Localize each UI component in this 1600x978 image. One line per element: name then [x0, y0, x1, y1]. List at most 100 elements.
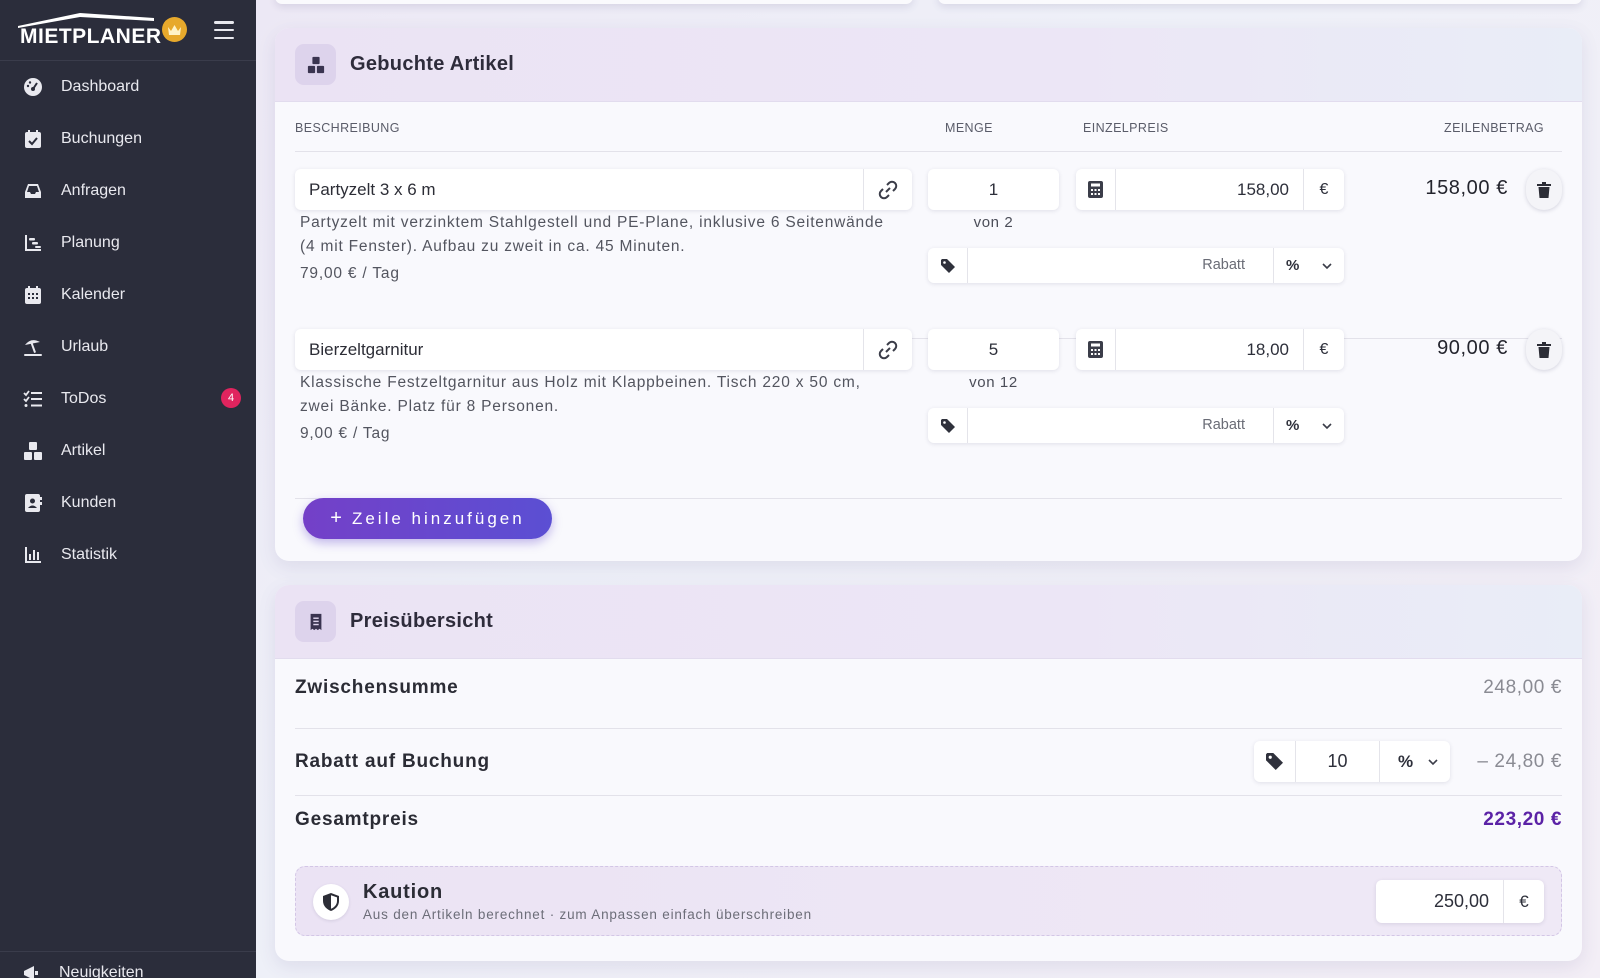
sidebar-item-label: Artikel [61, 442, 106, 459]
sidebar-nav: Dashboard Buchungen Anfragen Planung Kal… [0, 61, 256, 581]
article-name: Partyzelt 3 x 6 m [309, 179, 436, 199]
row-discount-input[interactable]: Rabatt % [928, 248, 1344, 283]
quantity-input[interactable]: 1 [928, 169, 1059, 210]
booking-discount-label: Rabatt auf Buchung [295, 751, 490, 772]
total-value: 223,20 € [1483, 809, 1562, 830]
currency-symbol: € [1519, 891, 1529, 911]
crown-icon [162, 17, 187, 42]
sidebar-item-buchungen[interactable]: Buchungen [0, 113, 256, 165]
sidebar-item-label: Anfragen [61, 182, 126, 199]
sidebar-item-planung[interactable]: Planung [0, 217, 256, 269]
tag-icon [928, 248, 968, 283]
booking-discount-amount: – 24,80 € [1477, 751, 1562, 772]
sidebar-item-artikel[interactable]: Artikel [0, 425, 256, 477]
subtotal-row: Zwischensumme 248,00 € [295, 675, 1562, 715]
discount-unit-select[interactable]: % [1274, 417, 1344, 434]
unit-price-input[interactable]: 158,00 € [1076, 169, 1344, 210]
link-button[interactable] [863, 169, 912, 210]
calendar-check-icon [22, 128, 44, 150]
chevron-down-icon [1322, 262, 1332, 269]
price-summary-card: Preisübersicht Zwischensumme 248,00 € Ra… [275, 585, 1582, 961]
card-title: Gebuchte Artikel [350, 53, 515, 75]
discount-placeholder: Rabatt [968, 248, 1274, 283]
umbrella-beach-icon [22, 336, 44, 358]
trash-icon [1537, 341, 1551, 358]
megaphone-icon [24, 966, 38, 978]
table-row: Bierzeltgarnitur 5 18,00 € von 12 Klassi… [295, 329, 1562, 499]
article-description: Klassische Festzeltgarnitur aus Holz mit… [300, 374, 861, 415]
line-total: 90,00 € [1437, 337, 1508, 359]
delete-row-button[interactable] [1526, 169, 1562, 210]
sidebar-item-dashboard[interactable]: Dashboard [0, 61, 256, 113]
booking-discount-unit: % [1398, 751, 1414, 771]
divider-line [295, 728, 1562, 729]
booking-discount-value: 10 [1296, 741, 1380, 782]
row-discount-input[interactable]: Rabatt % [928, 408, 1344, 443]
add-row-button[interactable]: + Zeile hinzufügen [303, 498, 552, 539]
table-header: BESCHREIBUNG MENGE EINZELPREIS ZEILENBET… [295, 118, 1562, 152]
article-name-input[interactable]: Bierzeltgarnitur [295, 329, 912, 370]
column-header-line-total: ZEILENBETRAG [1444, 121, 1544, 135]
link-icon [878, 340, 898, 359]
booked-articles-card: Gebuchte Artikel BESCHREIBUNG MENGE EINZ… [275, 28, 1582, 561]
sidebar: MIETPLANER Dashboard Buchungen Anfragen … [0, 0, 256, 978]
sidebar-item-kalender[interactable]: Kalender [0, 269, 256, 321]
unit-price-input[interactable]: 18,00 € [1076, 329, 1344, 370]
article-description: Partyzelt mit verzinktem Stahlgestell un… [300, 214, 884, 255]
card-above-left [275, 0, 913, 4]
deposit-input[interactable]: 250,00 € [1376, 880, 1544, 923]
boxes-icon [295, 44, 336, 85]
link-icon [878, 180, 898, 199]
logo-text: MIETPLANER [20, 25, 162, 48]
booking-discount-input[interactable]: 10 % [1254, 741, 1450, 782]
quantity-input[interactable]: 5 [928, 329, 1059, 370]
add-row-label: Zeile hinzufügen [351, 508, 525, 528]
menu-toggle-button[interactable] [214, 21, 234, 39]
discount-placeholder: Rabatt [968, 408, 1274, 443]
sidebar-item-label: Dashboard [61, 78, 140, 95]
booking-discount-unit-select[interactable]: % [1380, 752, 1450, 772]
calendar-icon [22, 284, 44, 306]
column-header-description: BESCHREIBUNG [295, 121, 400, 135]
article-rate: 79,00 € / Tag [300, 265, 400, 282]
inbox-icon [22, 180, 44, 202]
tasks-icon [22, 388, 44, 410]
deposit-subtitle: Aus den Artikeln berechnet · zum Anpasse… [363, 907, 812, 922]
article-rate: 9,00 € / Tag [300, 425, 391, 442]
timeline-icon [22, 232, 44, 254]
sidebar-item-label: Kalender [61, 286, 126, 303]
logo[interactable]: MIETPLANER [18, 12, 161, 48]
sidebar-item-anfragen[interactable]: Anfragen [0, 165, 256, 217]
delete-row-button[interactable] [1526, 329, 1562, 370]
sidebar-item-kunden[interactable]: Kunden [0, 477, 256, 529]
plus-icon: + [330, 507, 342, 529]
article-name: Bierzeltgarnitur [309, 339, 424, 359]
calculator-icon[interactable] [1076, 169, 1116, 210]
booked-articles-header: Gebuchte Artikel [275, 28, 1582, 102]
unit-price-value: 18,00 [1116, 329, 1304, 370]
link-button[interactable] [863, 329, 912, 370]
total-label: Gesamtpreis [295, 809, 419, 830]
sidebar-item-neuigkeiten[interactable]: Neuigkeiten [0, 951, 256, 978]
price-summary-header: Preisübersicht [275, 585, 1582, 659]
total-row: Gesamtpreis 223,20 € [295, 803, 1562, 843]
sidebar-item-label: ToDos [61, 390, 107, 407]
sidebar-item-urlaub[interactable]: Urlaub [0, 321, 256, 373]
table-row: Partyzelt 3 x 6 m 1 158,00 € von 2 Party… [295, 169, 1562, 339]
deposit-box: Kaution Aus den Artikeln berechnet · zum… [295, 866, 1562, 936]
tag-icon [1254, 741, 1296, 782]
sidebar-item-todos[interactable]: ToDos 4 [0, 373, 256, 425]
bar-chart-icon [22, 544, 44, 566]
article-name-input[interactable]: Partyzelt 3 x 6 m [295, 169, 912, 210]
chevron-down-icon [1428, 758, 1438, 765]
subtotal-value: 248,00 € [1483, 677, 1562, 698]
discount-unit-value: % [1286, 417, 1300, 434]
column-header-quantity: MENGE [945, 121, 993, 135]
calculator-icon[interactable] [1076, 329, 1116, 370]
trash-icon [1537, 181, 1551, 198]
sidebar-item-label: Kunden [61, 494, 117, 511]
summary-divider [295, 728, 1562, 729]
discount-unit-select[interactable]: % [1274, 257, 1344, 274]
deposit-value: 250,00 [1376, 880, 1504, 923]
sidebar-item-statistik[interactable]: Statistik [0, 529, 256, 581]
